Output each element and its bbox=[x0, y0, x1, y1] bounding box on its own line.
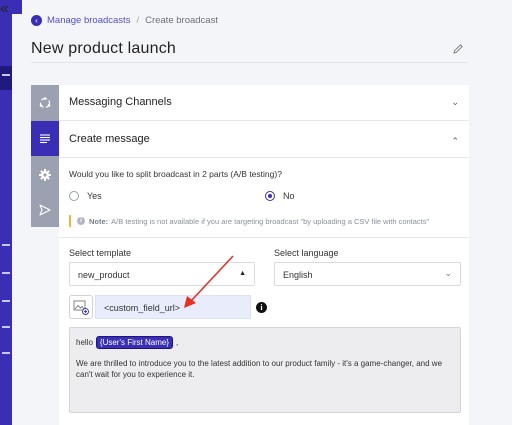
step-sidebar bbox=[31, 85, 59, 227]
radio-no[interactable]: No bbox=[265, 191, 295, 201]
custom-field-url-input[interactable]: <custom_field_url> bbox=[95, 295, 251, 319]
title-underline bbox=[31, 62, 467, 63]
chevron-down-icon: ⌄ bbox=[444, 268, 452, 278]
accordion-label: Messaging Channels bbox=[69, 96, 172, 108]
template-label: Select template bbox=[69, 248, 132, 258]
info-icon: i bbox=[77, 217, 85, 225]
accordion-messaging-channels[interactable]: Messaging Channels ⌄ bbox=[59, 85, 469, 121]
message-preview[interactable]: hello {User's First Name} , We are thril… bbox=[69, 327, 461, 413]
nav-rail-marker bbox=[2, 74, 10, 76]
accordion-label: Create message bbox=[69, 133, 150, 145]
message-greeting: hello bbox=[76, 338, 93, 347]
template-select-value: new_product bbox=[78, 270, 130, 280]
chevron-down-icon: ⌄ bbox=[451, 97, 459, 107]
nav-rail-marker bbox=[2, 244, 10, 246]
refresh-cycle-icon bbox=[39, 96, 51, 108]
pencil-icon[interactable] bbox=[452, 43, 464, 55]
radio-yes[interactable]: Yes bbox=[69, 191, 102, 201]
breadcrumb-separator: / bbox=[136, 14, 140, 26]
step-create-message[interactable] bbox=[31, 121, 59, 156]
nav-rail-marker bbox=[2, 272, 10, 274]
step-channels[interactable] bbox=[31, 85, 59, 120]
chevron-up-icon: ⌃ bbox=[451, 136, 459, 146]
nav-rail-active-item[interactable] bbox=[0, 66, 12, 90]
breadcrumb-current: Create broadcast bbox=[145, 14, 218, 26]
template-select[interactable]: new_product ▲ bbox=[69, 262, 255, 286]
note-text: A/B testing is not available if you are … bbox=[111, 216, 430, 226]
radio-label: No bbox=[283, 191, 295, 201]
radio-circle[interactable] bbox=[69, 191, 79, 201]
back-icon[interactable]: ‹ bbox=[31, 14, 42, 26]
send-icon bbox=[39, 203, 51, 216]
note-label: Note: bbox=[89, 216, 109, 226]
ab-test-question: Would you like to split broadcast in 2 p… bbox=[69, 169, 282, 179]
custom-field-url-value: <custom_field_url> bbox=[104, 303, 181, 313]
broadcast-panel: Messaging Channels ⌄ Create message ⌃ Wo… bbox=[59, 85, 469, 425]
gear-icon bbox=[39, 168, 51, 181]
step-settings[interactable] bbox=[31, 157, 59, 192]
section-divider bbox=[59, 237, 469, 238]
step-send[interactable] bbox=[31, 192, 59, 227]
nav-rail bbox=[0, 0, 12, 425]
language-label: Select language bbox=[274, 248, 339, 258]
message-greeting-line: hello {User's First Name} , bbox=[76, 336, 178, 349]
caret-up-icon: ▲ bbox=[239, 270, 246, 277]
nav-rail-marker bbox=[2, 300, 10, 302]
message-body: We are thrilled to introduce you to the … bbox=[76, 359, 443, 379]
radio-circle-selected[interactable] bbox=[265, 191, 275, 201]
radio-label: Yes bbox=[87, 191, 102, 201]
breadcrumb: ‹ Manage broadcasts / Create broadcast bbox=[31, 13, 218, 27]
nav-rail-marker bbox=[2, 352, 10, 354]
first-name-token[interactable]: {User's First Name} bbox=[95, 336, 174, 349]
chevron-double-left-icon[interactable]: « bbox=[0, 0, 22, 17]
language-select[interactable]: English ⌄ bbox=[274, 262, 461, 286]
language-select-value: English bbox=[283, 270, 313, 280]
image-upload-icon[interactable] bbox=[69, 295, 93, 319]
ab-test-note: i Note: A/B testing is not available if … bbox=[69, 215, 429, 227]
note-accent-bar bbox=[69, 215, 71, 227]
page-title: New product launch bbox=[31, 40, 177, 57]
list-icon bbox=[40, 133, 50, 143]
nav-rail-marker bbox=[2, 326, 10, 328]
breadcrumb-link-manage-broadcasts[interactable]: Manage broadcasts bbox=[47, 15, 130, 26]
accordion-create-message[interactable]: Create message ⌃ bbox=[59, 122, 469, 158]
message-punctuation: , bbox=[176, 338, 179, 347]
info-icon[interactable]: i bbox=[256, 302, 267, 313]
